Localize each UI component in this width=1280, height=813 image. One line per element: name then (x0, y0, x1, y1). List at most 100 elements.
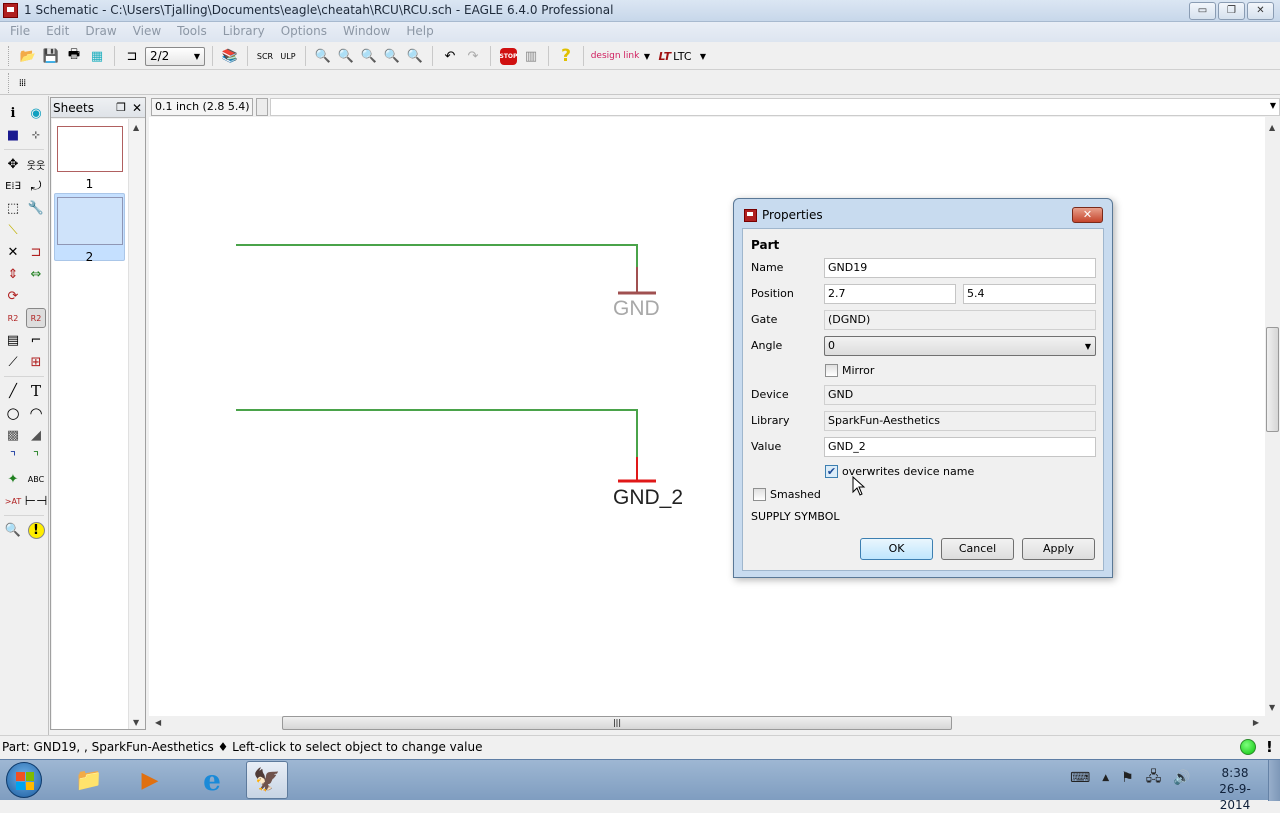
menu-tools[interactable]: Tools (169, 22, 215, 42)
overwrite-device-name-checkbox[interactable]: ✔ (825, 465, 838, 478)
miter-icon[interactable]: ⌐ (26, 330, 46, 350)
scroll-right-icon[interactable]: ▶ (1253, 718, 1259, 727)
menu-view[interactable]: View (125, 22, 169, 42)
dialog-title-bar[interactable]: Properties ✕ (734, 199, 1112, 227)
cancel-button[interactable]: Cancel (941, 538, 1014, 560)
display-layers-icon[interactable]: ■ (3, 125, 23, 145)
circle-icon[interactable]: ○ (3, 403, 23, 423)
net-icon[interactable]: ⌝ (26, 447, 46, 467)
taskbar-media-player-icon[interactable]: ▶ (129, 761, 171, 799)
cam-processor-icon[interactable]: ▦ (87, 46, 107, 66)
arc-icon[interactable]: ◠ (26, 403, 46, 423)
mirror-icon[interactable]: E⁞∃ (3, 176, 23, 196)
menu-help[interactable]: Help (398, 22, 441, 42)
go-icon[interactable]: ▥ (521, 46, 541, 66)
invoke-icon[interactable]: ⊞ (26, 352, 46, 372)
vertical-scroll-thumb[interactable] (1266, 327, 1279, 432)
polygon-icon[interactable]: ◢ (26, 425, 46, 445)
sheet-select[interactable]: 2/2 (145, 46, 205, 66)
erc-icon[interactable]: 🔍 (3, 520, 23, 540)
replace-icon[interactable]: ⟳ (3, 286, 23, 306)
text-icon[interactable]: T (26, 381, 46, 401)
gateswap-icon[interactable]: ⇔ (26, 264, 46, 284)
label-icon[interactable]: ABC (26, 469, 46, 489)
sheet-thumbnail-2[interactable]: 2 (54, 193, 125, 264)
wire-icon[interactable]: ╱ (3, 381, 23, 401)
name-field[interactable]: GND19 (824, 258, 1096, 278)
paste-icon[interactable]: ⟍ (3, 220, 23, 240)
pinswap-icon[interactable]: ⇕ (3, 264, 23, 284)
menu-edit[interactable]: Edit (38, 22, 77, 42)
ok-button[interactable]: OK (860, 538, 933, 560)
volume-icon[interactable]: 🔊 (1173, 770, 1190, 786)
zoom-redraw-icon[interactable]: 🔍 (382, 46, 402, 66)
grid-icon[interactable]: ⁞⁞⁞ (12, 73, 32, 93)
rectangle-icon[interactable]: ▩ (3, 425, 23, 445)
show-hidden-icons-icon[interactable]: ▲ (1102, 773, 1109, 783)
attribute-icon[interactable]: >AT (3, 491, 23, 511)
zoom-out-icon[interactable]: 🔍 (359, 46, 379, 66)
horizontal-scrollbar[interactable]: ◀ ||| ▶ (149, 716, 1265, 730)
position-x-field[interactable]: 2.7 (824, 284, 956, 304)
designlink-dropdown-icon[interactable]: ▼ (642, 46, 652, 66)
restore-button[interactable]: ❐ (1218, 2, 1245, 20)
add-part-icon[interactable]: ⊐ (26, 242, 46, 262)
start-button[interactable] (6, 762, 42, 798)
name-icon[interactable]: R2 (3, 308, 23, 328)
close-panel-icon[interactable]: ✕ (132, 101, 142, 115)
show-eye-icon[interactable]: ◉ (26, 103, 46, 123)
help-icon[interactable]: ? (556, 46, 576, 66)
ulp-icon[interactable]: ULP (278, 46, 298, 66)
show-desktop-button[interactable] (1268, 760, 1280, 801)
smash-icon[interactable]: ▤ (3, 330, 23, 350)
library-books-icon[interactable]: 📚 (220, 46, 240, 66)
zoom-fit-icon[interactable]: 🔍 (313, 46, 333, 66)
net-1[interactable] (236, 244, 638, 267)
rotate-icon[interactable]: ⤾ (26, 176, 46, 196)
stop-icon[interactable]: STOP (498, 46, 518, 66)
minimize-button[interactable]: ▭ (1189, 2, 1216, 20)
network-icon[interactable]: 🖧 (1146, 766, 1162, 790)
ltspice-icon[interactable]: LT LTC (655, 46, 695, 66)
redo-icon[interactable]: ↷ (463, 46, 483, 66)
zoom-in-icon[interactable]: 🔍 (336, 46, 356, 66)
board-switch-icon[interactable]: ⊐ (122, 46, 142, 66)
net-2[interactable] (236, 409, 638, 457)
horizontal-scroll-thumb[interactable]: ||| (282, 716, 952, 730)
info-icon[interactable]: i (3, 103, 23, 123)
taskbar-eagle-icon[interactable]: 🦅 (246, 761, 288, 799)
value-icon[interactable]: R2 (26, 308, 46, 328)
group-icon[interactable]: ⬚ (3, 198, 23, 218)
taskbar-explorer-icon[interactable]: 📁 (68, 761, 110, 799)
zoom-select-icon[interactable]: 🔍 (405, 46, 425, 66)
script-icon[interactable]: SCR (255, 46, 275, 66)
menu-options[interactable]: Options (273, 22, 335, 42)
undock-icon[interactable]: ❐ (116, 101, 126, 114)
scroll-up-icon[interactable]: ▲ (1269, 123, 1275, 132)
command-input[interactable] (270, 98, 1280, 116)
errors-icon[interactable]: ! (26, 520, 46, 540)
warning-icon[interactable]: ! (1266, 738, 1273, 756)
apply-button[interactable]: Apply (1022, 538, 1095, 560)
menu-window[interactable]: Window (335, 22, 398, 42)
gnd-symbol-2[interactable] (618, 457, 656, 483)
scroll-down-icon[interactable]: ▼ (133, 718, 139, 727)
undo-icon[interactable]: ↶ (440, 46, 460, 66)
close-button[interactable]: ✕ (1247, 2, 1274, 20)
scroll-left-icon[interactable]: ◀ (155, 718, 161, 727)
keyboard-icon[interactable]: ⌨ (1070, 770, 1090, 786)
system-clock[interactable]: 8:38 26-9-2014 (1205, 765, 1265, 813)
mirror-checkbox[interactable] (825, 364, 838, 377)
mark-icon[interactable]: ⊹ (26, 125, 46, 145)
junction-icon[interactable]: ✦ (3, 469, 23, 489)
value-field[interactable]: GND_2 (824, 437, 1096, 457)
dialog-close-button[interactable]: ✕ (1072, 207, 1103, 223)
toolbar-grip[interactable] (8, 73, 11, 93)
designlink-icon[interactable]: design link (591, 46, 640, 66)
save-icon[interactable]: 💾 (41, 46, 61, 66)
action-center-flag-icon[interactable]: ⚑ (1121, 770, 1134, 786)
gnd-symbol-1[interactable] (618, 267, 656, 295)
copy-icon[interactable]: 웃웃 (26, 154, 46, 174)
print-icon[interactable]: 🖶 (64, 46, 84, 66)
menu-file[interactable]: File (2, 22, 38, 42)
